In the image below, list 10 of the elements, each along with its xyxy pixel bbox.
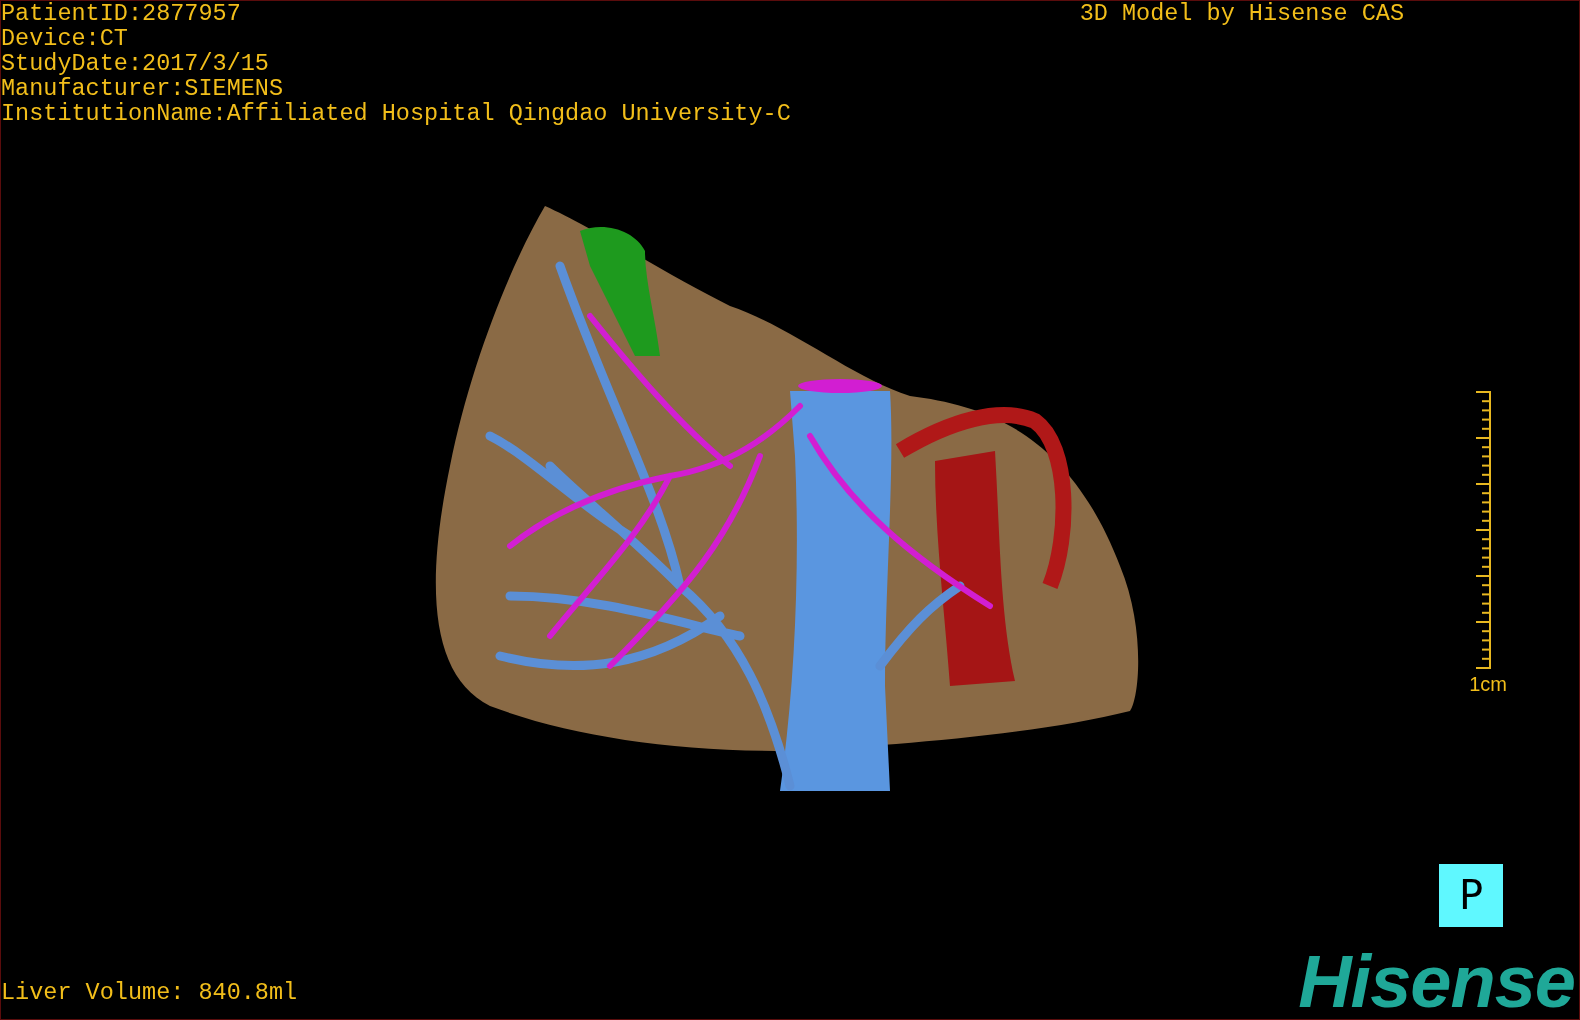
scale-label: 1cm bbox=[1469, 673, 1507, 695]
info-line: Manufacturer:SIEMENS bbox=[1, 76, 285, 101]
info-line: StudyDate:2017/3/15 bbox=[1, 51, 270, 76]
info-line: PatientID:2877957 bbox=[1, 1, 242, 26]
logo: Hisense bbox=[1298, 951, 1576, 1013]
info-line: Device:CT bbox=[1, 26, 129, 51]
liver-volume: Liver Volume: 840.8ml bbox=[1, 980, 298, 1005]
orientation-marker: P bbox=[1439, 864, 1503, 927]
viewer-title: 3D Model by Hisense CAS bbox=[1079, 1, 1405, 26]
info-line: InstitutionName:Affiliated Hospital Qingdao University-C bbox=[1, 101, 791, 126]
